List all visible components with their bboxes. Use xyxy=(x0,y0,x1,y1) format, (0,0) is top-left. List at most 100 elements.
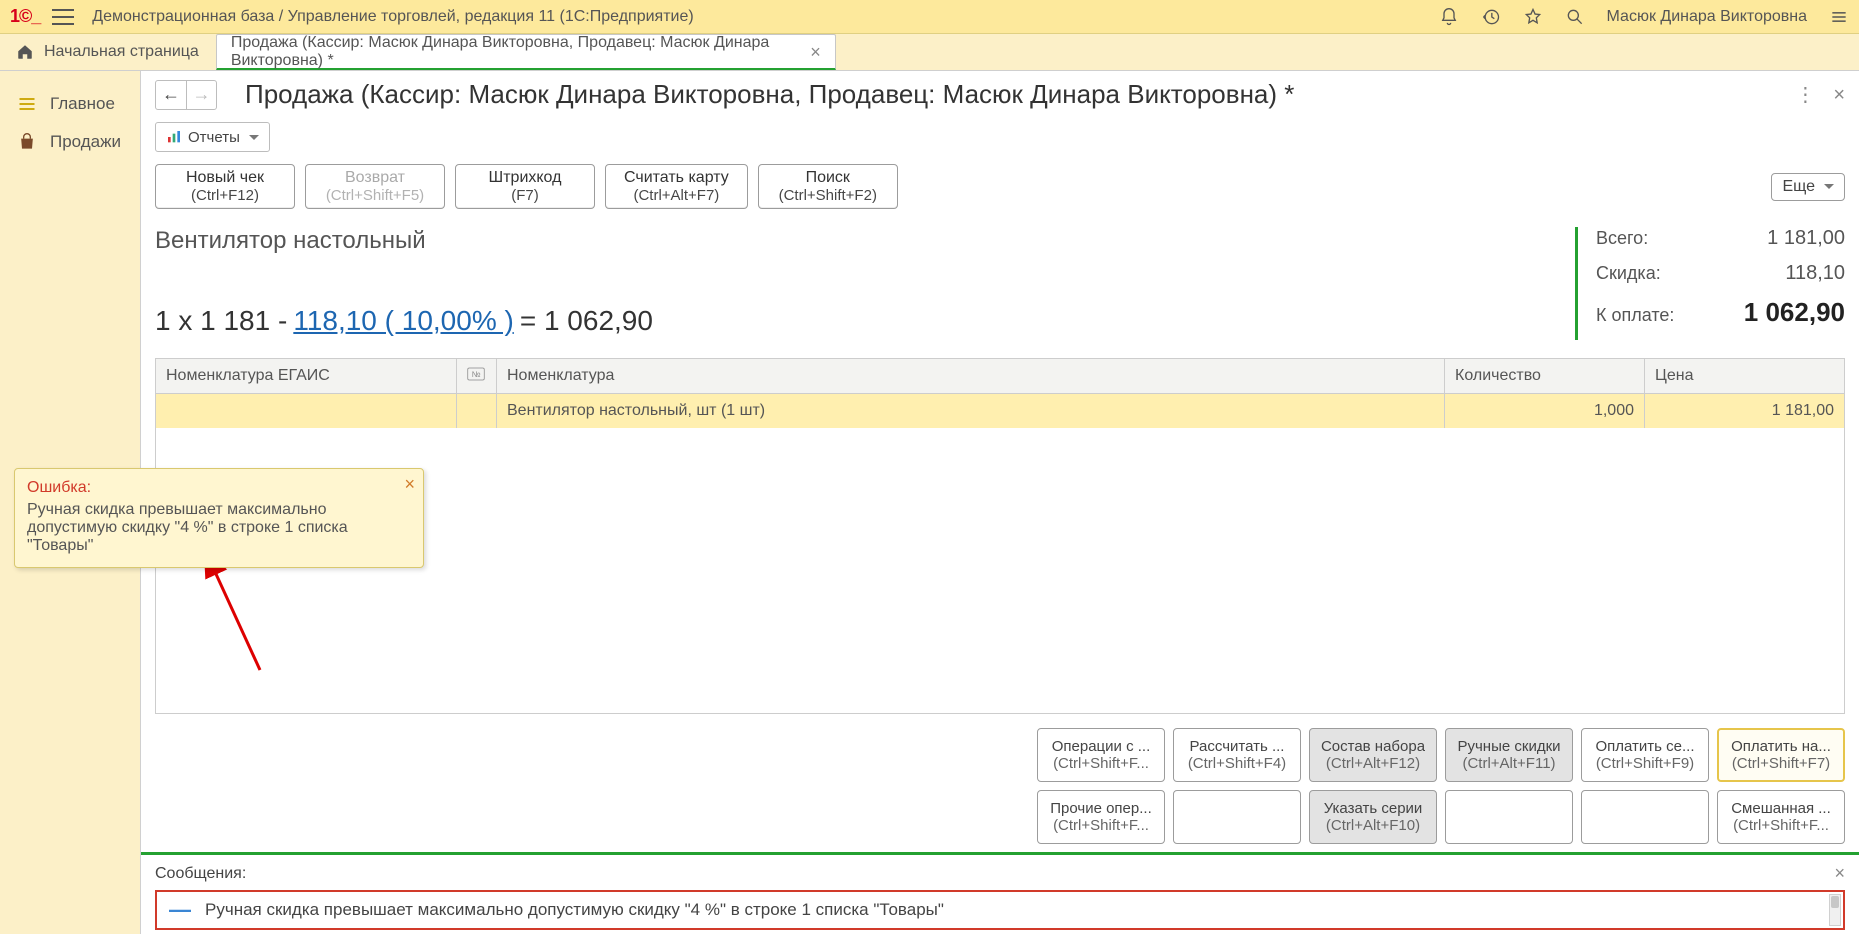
star-icon[interactable] xyxy=(1523,7,1543,27)
topay-value: 1 062,90 xyxy=(1744,297,1845,328)
action-button-1-1 xyxy=(1173,790,1301,844)
kebab-icon[interactable]: ⋮ xyxy=(1795,85,1815,105)
action-button-1-0[interactable]: Прочие опер...(Ctrl+Shift+F... xyxy=(1037,790,1165,844)
action-label: Рассчитать ... xyxy=(1190,738,1285,755)
action-button-0-5[interactable]: Оплатить на...(Ctrl+Shift+F7) xyxy=(1717,728,1845,782)
cell-egais xyxy=(156,394,456,428)
topay-label: К оплате: xyxy=(1596,305,1674,326)
action-button-0-3[interactable]: Ручные скидки(Ctrl+Alt+F11) xyxy=(1445,728,1573,782)
btn-shortcut: (Ctrl+Shift+F2) xyxy=(777,187,879,204)
th-price[interactable]: Цена xyxy=(1644,359,1844,393)
th-qty[interactable]: Количество xyxy=(1444,359,1644,393)
tab-bar: Начальная страница Продажа (Кассир: Масю… xyxy=(0,34,1859,71)
btn-label: Считать карту xyxy=(624,169,729,187)
btn-label: Возврат xyxy=(324,169,426,187)
message-row[interactable]: — Ручная скидка превышает максимально до… xyxy=(155,890,1845,930)
home-icon xyxy=(16,43,34,61)
toolbar-button-3[interactable]: Считать карту(Ctrl+Alt+F7) xyxy=(605,164,748,209)
nav-forward-button[interactable]: → xyxy=(186,81,216,109)
th-number[interactable]: № xyxy=(456,359,496,393)
user-menu-icon[interactable] xyxy=(1829,7,1849,27)
reports-button[interactable]: Отчеты xyxy=(155,122,270,152)
nav-back-button[interactable]: ← xyxy=(156,81,186,109)
close-form-icon[interactable]: × xyxy=(1833,85,1845,105)
more-button[interactable]: Еще xyxy=(1771,173,1845,201)
chart-icon xyxy=(166,129,182,145)
cell-price: 1 181,00 xyxy=(1644,394,1844,428)
action-label: Прочие опер... xyxy=(1050,800,1152,817)
btn-label: Штрихкод xyxy=(474,169,576,187)
action-label: Ручные скидки xyxy=(1457,738,1560,755)
action-label: Оплатить се... xyxy=(1595,738,1694,755)
tooltip-close-icon[interactable]: × xyxy=(404,475,415,493)
table-row[interactable]: Вентилятор настольный, шт (1 шт)1,0001 1… xyxy=(156,394,1844,428)
action-button-0-2[interactable]: Состав набора(Ctrl+Alt+F12) xyxy=(1309,728,1437,782)
history-icon[interactable] xyxy=(1481,7,1501,27)
action-shortcut: (Ctrl+Shift+F... xyxy=(1053,817,1149,834)
app-topbar: 1©_ Демонстрационная база / Управление т… xyxy=(0,0,1859,34)
action-button-1-2[interactable]: Указать серии(Ctrl+Alt+F10) xyxy=(1309,790,1437,844)
dropdown-caret-icon xyxy=(249,135,259,140)
action-button-0-4[interactable]: Оплатить се...(Ctrl+Shift+F9) xyxy=(1581,728,1709,782)
btn-shortcut: (Ctrl+F12) xyxy=(174,187,276,204)
user-name[interactable]: Масюк Динара Викторовна xyxy=(1607,8,1807,26)
th-nomenclature[interactable]: Номенклатура xyxy=(496,359,1444,393)
bag-icon xyxy=(16,131,38,153)
action-label: Указать серии xyxy=(1324,800,1423,817)
app-title: Демонстрационная база / Управление торго… xyxy=(92,8,693,26)
action-label: Смешанная ... xyxy=(1731,800,1831,817)
cell-num xyxy=(456,394,496,428)
search-icon[interactable] xyxy=(1565,7,1585,27)
toolbar-button-2[interactable]: Штрихкод(F7) xyxy=(455,164,595,209)
page-title: Продажа (Кассир: Масюк Динара Викторовна… xyxy=(245,79,1795,110)
action-label: Операции с ... xyxy=(1052,738,1151,755)
action-button-1-3 xyxy=(1445,790,1573,844)
btn-label: Новый чек xyxy=(174,169,276,187)
cell-nom: Вентилятор настольный, шт (1 шт) xyxy=(496,394,1444,428)
tab-home[interactable]: Начальная страница xyxy=(0,34,216,70)
product-name: Вентилятор настольный xyxy=(155,227,1575,255)
cell-qty: 1,000 xyxy=(1444,394,1644,428)
toolbar-button-0[interactable]: Новый чек(Ctrl+F12) xyxy=(155,164,295,209)
btn-shortcut: (Ctrl+Alt+F7) xyxy=(624,187,729,204)
action-shortcut: (Ctrl+Shift+F7) xyxy=(1732,755,1830,772)
action-shortcut: (Ctrl+Shift+F4) xyxy=(1188,755,1286,772)
main-menu-icon[interactable] xyxy=(52,9,74,25)
action-button-1-4 xyxy=(1581,790,1709,844)
more-label: Еще xyxy=(1782,178,1815,196)
sidebar-item-main[interactable]: Главное xyxy=(0,85,140,123)
action-shortcut: (Ctrl+Shift+F9) xyxy=(1596,755,1694,772)
messages-panel: Сообщения: × — Ручная скидка превышает м… xyxy=(141,852,1859,934)
action-shortcut: (Ctrl+Alt+F12) xyxy=(1326,755,1420,772)
action-button-1-5[interactable]: Смешанная ...(Ctrl+Shift+F... xyxy=(1717,790,1845,844)
calc-line: 1 х 1 181 - 118,10 ( 10,00% ) = 1 062,90 xyxy=(155,305,1575,337)
tab-close-icon[interactable]: × xyxy=(810,43,821,61)
toolbar-button-1: Возврат(Ctrl+Shift+F5) xyxy=(305,164,445,209)
btn-shortcut: (F7) xyxy=(474,187,576,204)
action-button-0-1[interactable]: Рассчитать ...(Ctrl+Shift+F4) xyxy=(1173,728,1301,782)
table-header: Номенклатура ЕГАИС № Номенклатура Количе… xyxy=(156,359,1844,394)
action-shortcut: (Ctrl+Alt+F10) xyxy=(1326,817,1420,834)
discount-link[interactable]: 118,10 ( 10,00% ) xyxy=(293,305,514,337)
total-value: 1 181,00 xyxy=(1767,227,1845,250)
error-tooltip: × Ошибка: Ручная скидка превышает максим… xyxy=(14,468,424,568)
btn-shortcut: (Ctrl+Shift+F5) xyxy=(324,187,426,204)
logo-1c: 1©_ xyxy=(10,6,40,27)
tab-sale-label: Продажа (Кассир: Масюк Динара Викторовна… xyxy=(231,34,800,70)
discount-value: 118,10 xyxy=(1785,262,1845,285)
tab-sale[interactable]: Продажа (Кассир: Масюк Динара Викторовна… xyxy=(216,34,836,70)
bell-icon[interactable] xyxy=(1439,7,1459,27)
th-egais[interactable]: Номенклатура ЕГАИС xyxy=(156,359,456,393)
action-label: Состав набора xyxy=(1321,738,1425,755)
tab-home-label: Начальная страница xyxy=(44,43,199,61)
tooltip-text: Ручная скидка превышает максимально допу… xyxy=(27,501,393,555)
sidebar-item-sales[interactable]: Продажи xyxy=(0,123,140,161)
sidebar-item-label: Продажи xyxy=(50,132,121,152)
toolbar-button-4[interactable]: Поиск(Ctrl+Shift+F2) xyxy=(758,164,898,209)
list-icon xyxy=(16,93,38,115)
action-button-0-0[interactable]: Операции с ...(Ctrl+Shift+F... xyxy=(1037,728,1165,782)
messages-close-icon[interactable]: × xyxy=(1834,863,1845,884)
total-label: Всего: xyxy=(1596,228,1648,249)
reports-label: Отчеты xyxy=(188,129,240,146)
messages-scrollbar[interactable] xyxy=(1829,894,1841,926)
